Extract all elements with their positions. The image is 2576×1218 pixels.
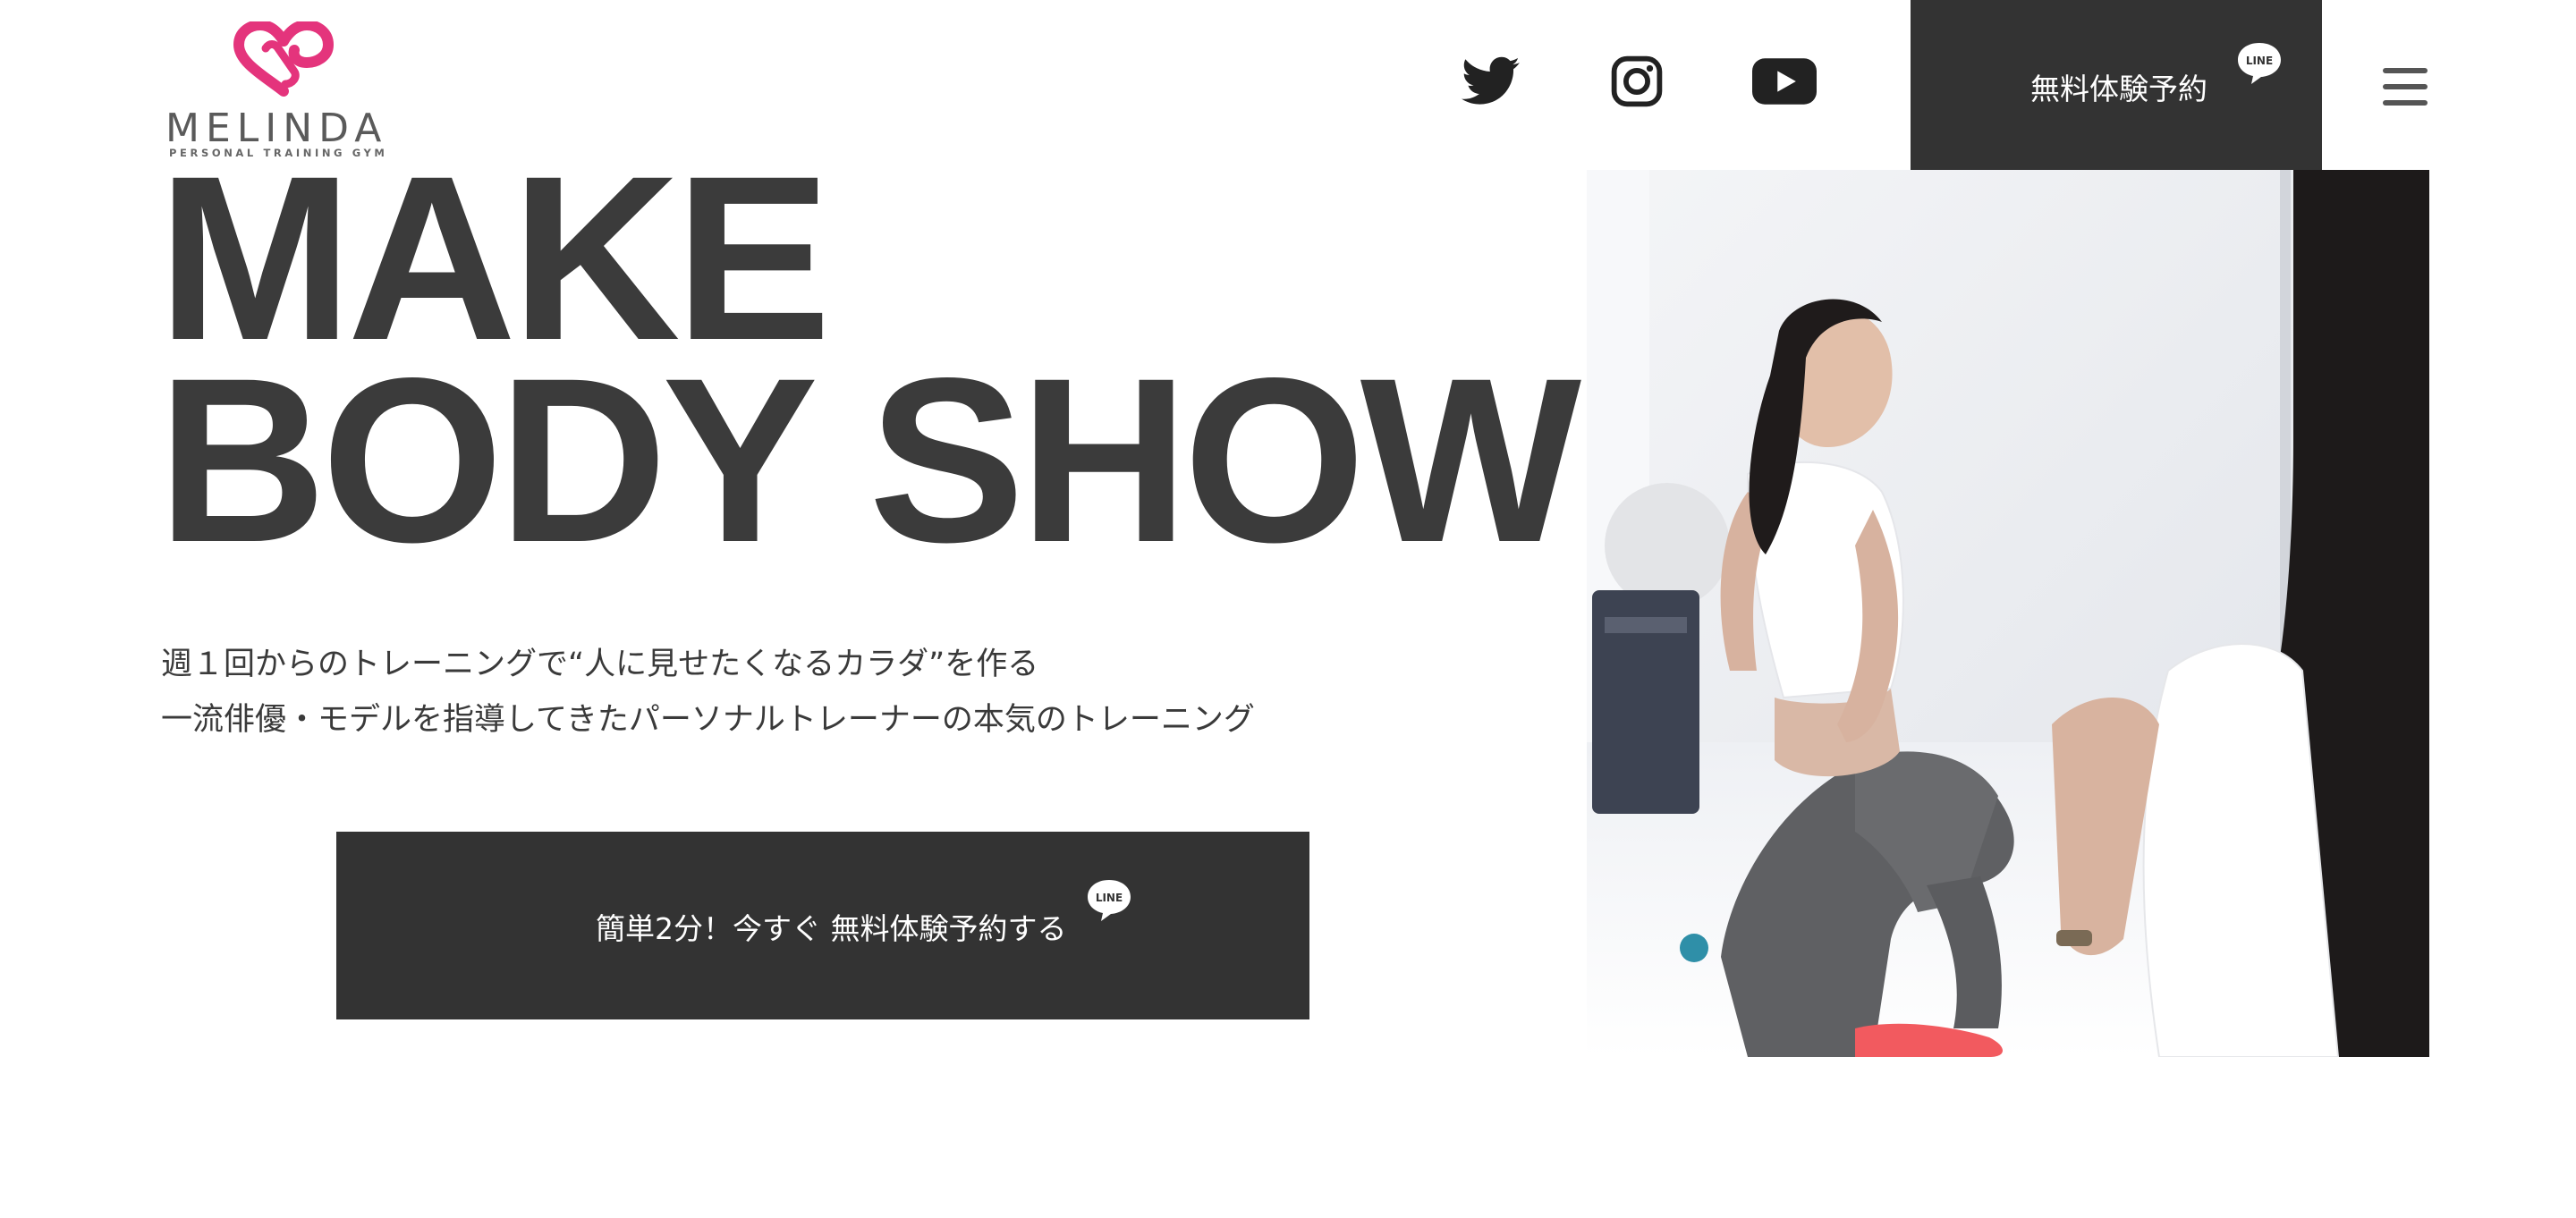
hero-title-line-2: BODY SHOW <box>157 329 1581 591</box>
menu-bar <box>2383 100 2428 106</box>
free-trial-booking-button[interactable]: 簡単2分！今すぐ 無料体験予約する LINE <box>336 832 1309 1019</box>
hero-copy-line-2: 一流俳優・モデルを指導してきたパーソナルトレーナーの本気のトレーニング <box>161 702 1255 738</box>
hamburger-menu-icon[interactable] <box>2383 68 2428 109</box>
main-cta-label: 簡単2分！今すぐ 無料体験予約する <box>596 911 1067 946</box>
line-icon: LINE <box>1088 880 1131 921</box>
line-badge-text: LINE <box>1096 892 1123 904</box>
menu-bar <box>2383 68 2428 73</box>
trainer-photo-illustration <box>1587 170 2429 1057</box>
header-free-trial-button[interactable]: 無料体験予約 LINE <box>1911 0 2322 170</box>
landing-page: MELINDA PERSONAL TRAINING GYM 無料体験予約 LIN… <box>0 0 2576 1218</box>
twitter-icon <box>1462 56 1520 105</box>
logo-heart-icon <box>233 21 335 97</box>
hero-copy-line-1: 週１回からのトレーニングで“人に見せたくなるカラダ”を作る <box>161 647 1039 682</box>
instagram-icon <box>1611 55 1663 107</box>
youtube-link[interactable] <box>1751 50 1818 113</box>
hero-title: MAKE BODY SHOW <box>157 141 1581 591</box>
twitter-link[interactable] <box>1460 50 1522 113</box>
header-cta-label: 無料体験予約 <box>2030 72 2207 106</box>
hero-description: 週１回からのトレーニングで“人に見せたくなるカラダ”を作る 一流俳優・モデルを指… <box>161 637 1503 748</box>
youtube-icon <box>1752 58 1817 105</box>
hero-photo <box>1587 170 2429 1057</box>
line-badge-text: LINE <box>2246 55 2273 67</box>
menu-bar <box>2383 84 2428 89</box>
line-icon: LINE <box>2238 43 2281 84</box>
instagram-link[interactable] <box>1608 50 1665 113</box>
